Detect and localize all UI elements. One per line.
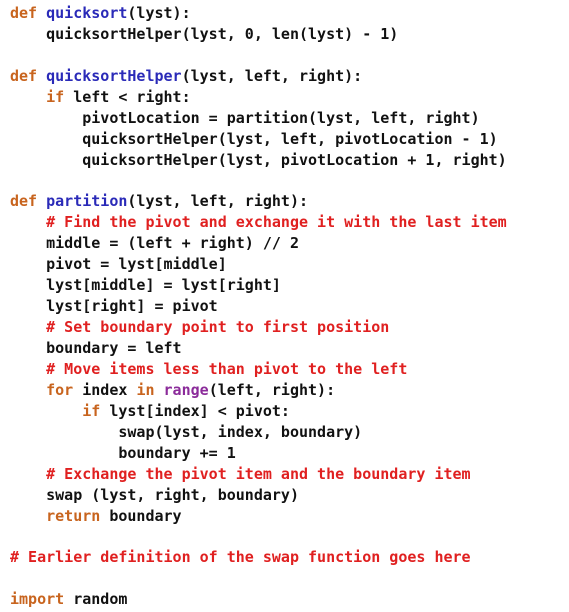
comment-token: # Set boundary point to first position <box>46 318 390 337</box>
code-line: # Exchange the pivot item and the bounda… <box>10 464 507 485</box>
keyword-token: if <box>82 401 101 420</box>
code-listing: def quicksort(lyst): quicksortHelper(lys… <box>10 0 507 610</box>
code-line: quicksortHelper(lyst, pivotLocation + 1,… <box>10 150 507 171</box>
code-text: boundary = left <box>10 339 182 357</box>
builtin-token: range <box>163 380 209 399</box>
function-name-token: quicksortHelper <box>46 66 182 85</box>
code-text: middle = (left + right) // 2 <box>10 234 299 253</box>
code-line: import random <box>10 589 507 610</box>
code-text: lyst[right] = pivot <box>10 297 218 316</box>
comment-token: # Move items less than pivot to the left <box>46 359 408 378</box>
keyword-token: in <box>136 380 155 399</box>
comment-token: # Find the pivot and exchange it with th… <box>46 213 507 232</box>
code-text: left < right: <box>64 87 191 106</box>
code-line: def partition(lyst, left, right): <box>10 191 507 212</box>
code-text: pivot = lyst[middle] <box>10 255 227 274</box>
code-line: quicksortHelper(lyst, left, pivotLocatio… <box>10 129 507 150</box>
comment-token: # Earlier definition of the swap functio… <box>10 548 471 567</box>
keyword-token: def <box>10 66 38 85</box>
code-text: quicksortHelper(lyst, left, pivotLocatio… <box>10 129 498 148</box>
code-text: lyst[index] < pivot: <box>100 401 290 420</box>
keyword-token: return <box>46 506 101 525</box>
code-line: def quicksortHelper(lyst, left, right): <box>10 66 507 87</box>
code-text: index <box>73 380 137 399</box>
code-text: (lyst): <box>127 4 191 22</box>
code-line: pivotLocation = partition(lyst, left, ri… <box>10 108 507 129</box>
code-text: random <box>64 590 128 609</box>
code-line: # Move items less than pivot to the left <box>10 359 507 380</box>
code-line: # Set boundary point to first position <box>10 317 507 338</box>
code-text: swap(lyst, index, boundary) <box>10 422 363 441</box>
keyword-token: def <box>10 4 38 22</box>
code-line: # Find the pivot and exchange it with th… <box>10 212 507 233</box>
code-text: pivotLocation = partition(lyst, left, ri… <box>10 108 480 127</box>
code-text: (lyst, left, right): <box>181 66 363 85</box>
function-name-token: quicksort <box>46 4 128 22</box>
code-text: swap (lyst, right, boundary) <box>10 485 299 504</box>
comment-token: # Exchange the pivot item and the bounda… <box>46 464 471 483</box>
code-line: quicksortHelper(lyst, 0, len(lyst) - 1) <box>10 24 507 45</box>
keyword-token: import <box>10 590 65 609</box>
code-text: (lyst, left, right): <box>127 192 309 211</box>
keyword-token: if <box>46 87 65 106</box>
code-line: pivot = lyst[middle] <box>10 254 507 275</box>
code-text: boundary <box>100 506 182 525</box>
keyword-token: for <box>46 380 74 399</box>
code-text: (left, right): <box>208 380 336 399</box>
code-text: quicksortHelper(lyst, 0, len(lyst) - 1) <box>10 24 399 43</box>
code-line: swap(lyst, index, boundary) <box>10 422 507 443</box>
code-line: lyst[middle] = lyst[right] <box>10 275 507 296</box>
function-name-token: partition <box>46 192 128 211</box>
code-line: def quicksort(lyst): <box>10 3 507 24</box>
code-line: swap (lyst, right, boundary) <box>10 485 507 506</box>
code-line: # Earlier definition of the swap functio… <box>10 547 507 568</box>
code-text: lyst[middle] = lyst[right] <box>10 276 281 295</box>
code-line: return boundary <box>10 506 507 527</box>
code-line: boundary = left <box>10 338 507 359</box>
code-text: quicksortHelper(lyst, pivotLocation + 1,… <box>10 150 507 169</box>
code-text: boundary += 1 <box>10 443 236 462</box>
code-line: if lyst[index] < pivot: <box>10 401 507 422</box>
code-line: for index in range(left, right): <box>10 380 507 401</box>
code-line: middle = (left + right) // 2 <box>10 233 507 254</box>
code-line: lyst[right] = pivot <box>10 296 507 317</box>
keyword-token: def <box>10 192 38 211</box>
code-line: boundary += 1 <box>10 443 507 464</box>
code-line: if left < right: <box>10 87 507 108</box>
